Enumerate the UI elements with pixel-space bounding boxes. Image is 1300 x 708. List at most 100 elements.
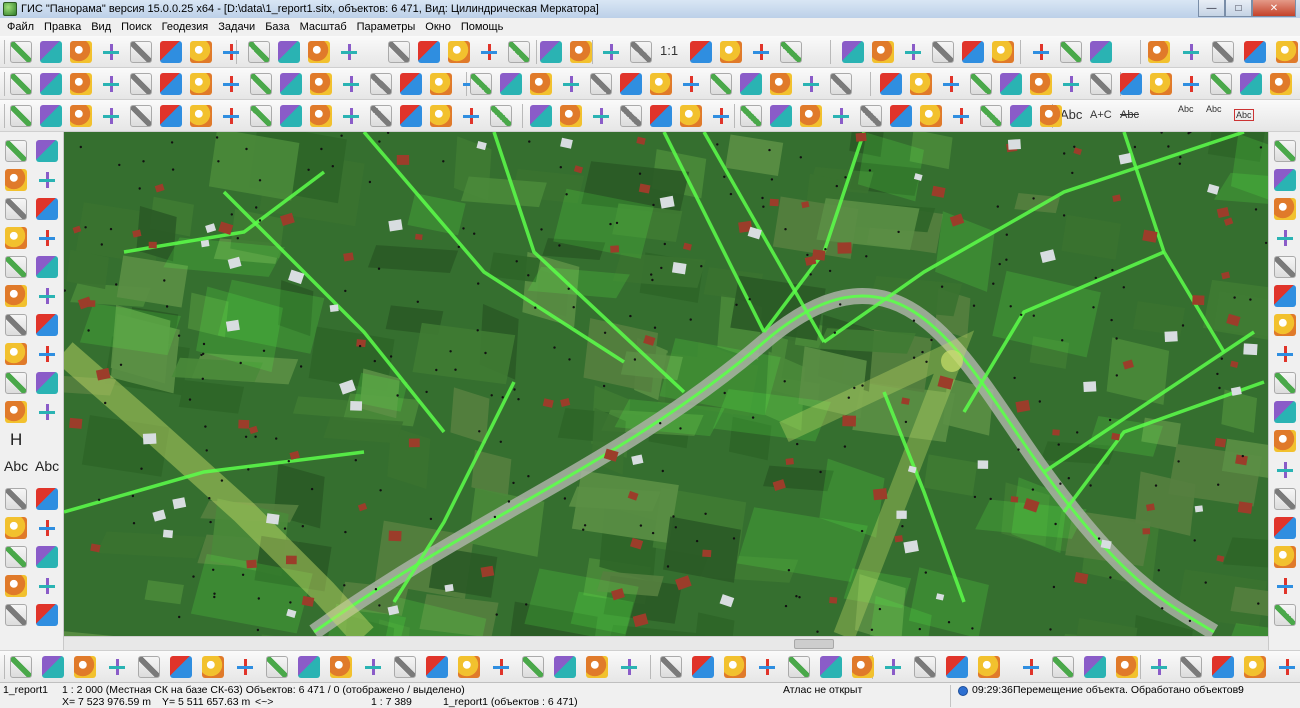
menu-parameters[interactable]: Параметры [352,21,421,33]
bottom-tool-17-icon[interactable] [522,656,544,678]
bottom-tool-39-icon[interactable] [1244,656,1266,678]
edit-tool-21-icon[interactable] [590,73,612,95]
right-tool-5-icon[interactable] [1274,256,1296,278]
menu-edit[interactable]: Правка [39,21,86,33]
main-tool-9-icon[interactable] [248,41,270,63]
vector-tool-10-icon[interactable] [280,105,302,127]
text-abc-small2-button[interactable]: Abc [1206,104,1222,114]
vector-tool-27-icon[interactable] [800,105,822,127]
main-tool-11-icon[interactable] [308,41,330,63]
vector-tool-29-icon[interactable] [860,105,882,127]
text-abc-box-button[interactable]: Abc [1234,109,1254,121]
edit-tool-6-icon[interactable] [160,73,182,95]
heading-tool-button[interactable]: H [10,430,22,450]
edit-tool-3-icon[interactable] [70,73,92,95]
left-tool-20-icon[interactable] [36,401,58,423]
edit-tool-34-icon[interactable] [1000,73,1022,95]
vector-tool-2-icon[interactable] [40,105,62,127]
edit-tool-28-icon[interactable] [800,73,822,95]
left-tool-19-icon[interactable] [5,401,27,423]
bottom-tool-21-icon[interactable] [660,656,682,678]
main-tool-7-icon[interactable] [190,41,212,63]
vector-tool-32-icon[interactable] [950,105,972,127]
scale-1to1-button[interactable]: 1:1 [660,43,678,58]
left-tool-30-icon[interactable] [36,604,58,626]
main-tool-37-icon[interactable] [1212,41,1234,63]
edit-tool-31-icon[interactable] [910,73,932,95]
edit-tool-9-icon[interactable] [250,73,272,95]
edit-tool-20-icon[interactable] [560,73,582,95]
main-tool-27-icon[interactable] [872,41,894,63]
left-tool-13-icon[interactable] [5,314,27,336]
bottom-tool-38-icon[interactable] [1212,656,1234,678]
edit-tool-7-icon[interactable] [190,73,212,95]
edit-tool-36-icon[interactable] [1060,73,1082,95]
vector-tool-11-icon[interactable] [310,105,332,127]
left-tool-10-icon[interactable] [36,256,58,278]
edit-tool-32-icon[interactable] [940,73,962,95]
menu-file[interactable]: Файл [2,21,39,33]
vector-tool-19-icon[interactable] [560,105,582,127]
main-tool-1-icon[interactable] [10,41,32,63]
main-tool-34-icon[interactable] [1090,41,1112,63]
main-tool-3-icon[interactable] [70,41,92,63]
menu-help[interactable]: Помощь [456,21,509,33]
bottom-tool-32-icon[interactable] [1020,656,1042,678]
text-abc-small1-button[interactable]: Abc [1178,104,1194,114]
horizontal-scrollbar[interactable] [64,636,1268,650]
edit-tool-2-icon[interactable] [40,73,62,95]
edit-tool-5-icon[interactable] [130,73,152,95]
vector-tool-18-icon[interactable] [530,105,552,127]
edit-tool-41-icon[interactable] [1210,73,1232,95]
vector-tool-4-icon[interactable] [100,105,122,127]
text-abc-button[interactable]: Abc [1060,107,1082,122]
vector-tool-15-icon[interactable] [430,105,452,127]
main-tool-10-icon[interactable] [278,41,300,63]
bottom-tool-24-icon[interactable] [756,656,778,678]
bottom-tool-36-icon[interactable] [1148,656,1170,678]
vector-tool-3-icon[interactable] [70,105,92,127]
vector-tool-31-icon[interactable] [920,105,942,127]
left-tool-15-icon[interactable] [5,343,27,365]
maximize-button[interactable]: □ [1225,0,1252,17]
edit-tool-12-icon[interactable] [340,73,362,95]
vector-tool-22-icon[interactable] [650,105,672,127]
main-tool-5-icon[interactable] [130,41,152,63]
bottom-tool-34-icon[interactable] [1084,656,1106,678]
vector-tool-14-icon[interactable] [400,105,422,127]
vector-tool-8-icon[interactable] [220,105,242,127]
main-tool-31-icon[interactable] [992,41,1014,63]
bottom-tool-18-icon[interactable] [554,656,576,678]
vector-tool-20-icon[interactable] [590,105,612,127]
main-tool-16-icon[interactable] [478,41,500,63]
bottom-tool-1-icon[interactable] [10,656,32,678]
right-tool-17-icon[interactable] [1274,604,1296,626]
main-tool-6-icon[interactable] [160,41,182,63]
main-tool-22-icon[interactable] [690,41,712,63]
right-tool-8-icon[interactable] [1274,343,1296,365]
vector-tool-12-icon[interactable] [340,105,362,127]
edit-tool-17-icon[interactable] [470,73,492,95]
main-tool-36-icon[interactable] [1180,41,1202,63]
bottom-tool-9-icon[interactable] [266,656,288,678]
left-tool-14-icon[interactable] [36,314,58,336]
bottom-tool-16-icon[interactable] [490,656,512,678]
edit-tool-24-icon[interactable] [680,73,702,95]
vector-tool-34-icon[interactable] [1010,105,1032,127]
edit-tool-38-icon[interactable] [1120,73,1142,95]
vector-tool-35-icon[interactable] [1040,105,1062,127]
bottom-tool-2-icon[interactable] [42,656,64,678]
menu-geodesy[interactable]: Геодезия [157,21,214,33]
left-tool-16-icon[interactable] [36,343,58,365]
main-tool-13-icon[interactable] [388,41,410,63]
edit-tool-25-icon[interactable] [710,73,732,95]
edit-tool-15-icon[interactable] [430,73,452,95]
main-tool-25-icon[interactable] [780,41,802,63]
main-tool-15-icon[interactable] [448,41,470,63]
edit-tool-14-icon[interactable] [400,73,422,95]
right-tool-11-icon[interactable] [1274,430,1296,452]
main-tool-21-icon[interactable] [630,41,652,63]
left-tool-25-icon[interactable] [5,546,27,568]
bottom-tool-25-icon[interactable] [788,656,810,678]
vector-tool-26-icon[interactable] [770,105,792,127]
